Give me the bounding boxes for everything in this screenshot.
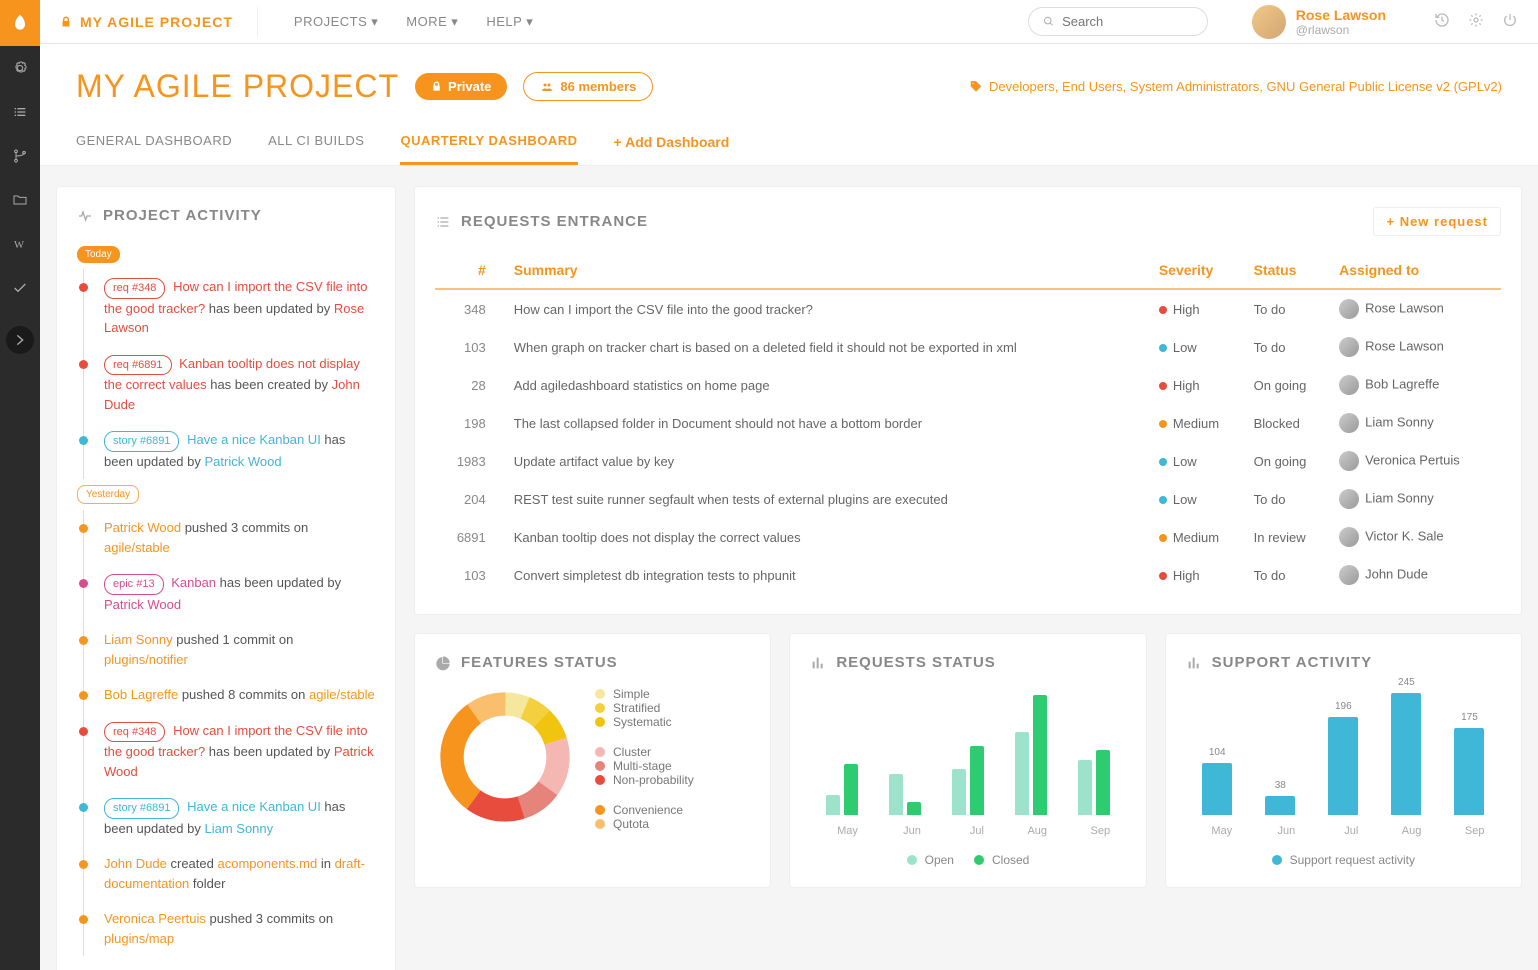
nav-help[interactable]: HELP ▾ (486, 14, 533, 30)
expand-icon[interactable] (6, 326, 34, 354)
list-icon (435, 214, 451, 230)
legend-item: Qutota (595, 817, 694, 831)
project-activity-card: PROJECT ACTIVITY Today req #348 How can … (56, 186, 396, 970)
gears-icon[interactable] (0, 46, 40, 90)
new-request-button[interactable]: + New request (1373, 207, 1501, 236)
pie-icon (435, 655, 451, 671)
col-num[interactable]: # (435, 252, 506, 289)
history-icon[interactable] (1434, 12, 1450, 31)
requests-table: # Summary Severity Status Assigned to 34… (435, 252, 1501, 594)
avatar (1252, 5, 1286, 39)
project-header: MY AGILE PROJECT Private 86 members Deve… (40, 44, 1538, 166)
tab-ci-builds[interactable]: ALL CI BUILDS (268, 133, 364, 165)
table-row[interactable]: 198The last collapsed folder in Document… (435, 404, 1501, 442)
topbar: MY AGILE PROJECT PROJECTS ▾ MORE ▾ HELP … (40, 0, 1538, 44)
activity-item[interactable]: John Dude created acomponents.md in draf… (84, 846, 375, 901)
wiki-icon[interactable]: W (0, 222, 40, 266)
legend-item: Multi-stage (595, 759, 694, 773)
user-handle: @rlawson (1296, 23, 1386, 37)
features-status-card: FEATURES STATUS SimpleStratifiedSystemat… (414, 633, 771, 888)
support-bar-chart: 104May38Jun196Jul245Aug175Sep (1186, 687, 1501, 847)
left-rail: W (0, 0, 40, 970)
support-activity-card: SUPPORT ACTIVITY 104May38Jun196Jul245Aug… (1165, 633, 1522, 888)
legend-item: Non-probability (595, 773, 694, 787)
activity-item[interactable]: story #6891 Have a nice Kanban UI has be… (84, 422, 375, 479)
table-row[interactable]: 103When graph on tracker chart is based … (435, 328, 1501, 366)
requests-bar-chart: MayJunJulAugSep (810, 687, 1125, 847)
table-row[interactable]: 6891Kanban tooltip does not display the … (435, 518, 1501, 556)
folder-icon[interactable] (0, 178, 40, 222)
legend-item: Cluster (595, 745, 694, 759)
chevron-down-icon: ▾ (451, 14, 458, 30)
lock-icon (431, 81, 442, 92)
search-box[interactable] (1028, 7, 1208, 36)
activity-item[interactable]: req #348 How can I import the CSV file i… (84, 269, 375, 346)
chevron-down-icon: ▾ (371, 14, 378, 30)
check-icon[interactable] (0, 266, 40, 310)
col-severity[interactable]: Severity (1151, 252, 1246, 289)
list-icon[interactable] (0, 90, 40, 134)
svg-text:W: W (14, 240, 25, 251)
tab-quarterly-dashboard[interactable]: QUARTERLY DASHBOARD (400, 133, 577, 165)
activity-item[interactable]: Liam Sonny pushed 1 commit on plugins/no… (84, 622, 375, 677)
table-row[interactable]: 28Add agiledashboard statistics on home … (435, 366, 1501, 404)
activity-item[interactable]: story #6891 Have a nice Kanban UI has be… (84, 789, 375, 846)
table-row[interactable]: 103Convert simpletest db integration tes… (435, 556, 1501, 594)
bar-chart-icon (810, 655, 826, 671)
topbar-project-name[interactable]: MY AGILE PROJECT (60, 14, 233, 30)
bar-chart-icon (1186, 655, 1202, 671)
requests-title: REQUESTS ENTRANCE + New request (435, 207, 1501, 236)
col-assigned[interactable]: Assigned to (1331, 252, 1501, 289)
project-activity-title: PROJECT ACTIVITY (77, 207, 375, 224)
col-status[interactable]: Status (1246, 252, 1331, 289)
table-row[interactable]: 348How can I import the CSV file into th… (435, 289, 1501, 328)
users-icon (540, 81, 554, 93)
project-tags[interactable]: Developers, End Users, System Administra… (969, 79, 1502, 94)
table-row[interactable]: 204REST test suite runner segfault when … (435, 480, 1501, 518)
activity-item[interactable]: req #6891 Kanban tooltip does not displa… (84, 346, 375, 423)
legend-item: Systematic (595, 715, 694, 729)
add-dashboard-button[interactable]: + Add Dashboard (614, 134, 730, 164)
project-title: MY AGILE PROJECT (76, 68, 399, 105)
activity-item[interactable]: Veronica Peertuis pushed 3 commits on pl… (84, 901, 375, 956)
donut-chart (435, 687, 575, 827)
tabs: GENERAL DASHBOARD ALL CI BUILDS QUARTERL… (76, 133, 1502, 165)
search-icon (1043, 15, 1054, 28)
requests-status-card: REQUESTS STATUS MayJunJulAugSep Open Clo… (789, 633, 1146, 888)
members-badge[interactable]: 86 members (523, 72, 653, 101)
legend-item: Stratified (595, 701, 694, 715)
yesterday-label: Yesterday (77, 485, 139, 504)
gear-icon[interactable] (1468, 12, 1484, 31)
tag-icon (969, 80, 983, 94)
nav-projects[interactable]: PROJECTS ▾ (294, 14, 378, 30)
col-summary[interactable]: Summary (506, 252, 1151, 289)
legend-item: Simple (595, 687, 694, 701)
legend-item: Convenience (595, 803, 694, 817)
heartbeat-icon (77, 208, 93, 224)
tab-general-dashboard[interactable]: GENERAL DASHBOARD (76, 133, 232, 165)
today-label: Today (77, 246, 120, 263)
table-row[interactable]: 1983Update artifact value by keyLowOn go… (435, 442, 1501, 480)
user-name: Rose Lawson (1296, 7, 1386, 23)
activity-item[interactable]: Bob Lagreffe pushed 8 commits on agile/s… (84, 677, 375, 713)
lock-icon (60, 16, 72, 28)
activity-item[interactable]: req #348 How can I import the CSV file i… (84, 713, 375, 790)
requests-card: REQUESTS ENTRANCE + New request # Summar… (414, 186, 1522, 615)
nav-more[interactable]: MORE ▾ (406, 14, 458, 30)
activity-item[interactable]: epic #13 Kanban has been updated by Patr… (84, 565, 375, 622)
logo[interactable] (0, 0, 40, 46)
activity-item[interactable]: Patrick Wood pushed 3 commits on agile/s… (84, 510, 375, 565)
search-input[interactable] (1062, 14, 1193, 29)
user-menu[interactable]: Rose Lawson @rlawson (1252, 5, 1386, 39)
chevron-down-icon: ▾ (526, 14, 533, 30)
branch-icon[interactable] (0, 134, 40, 178)
power-icon[interactable] (1502, 12, 1518, 31)
private-badge[interactable]: Private (415, 73, 507, 100)
